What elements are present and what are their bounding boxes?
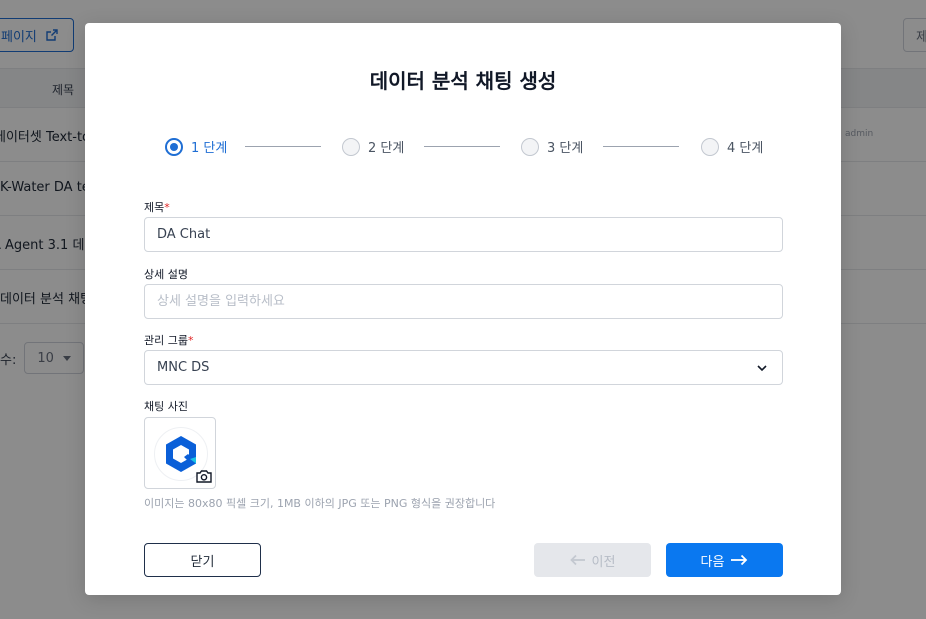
- step-connector: [603, 146, 679, 147]
- step-3: 3 단계: [521, 137, 583, 156]
- title-field[interactable]: [144, 217, 783, 252]
- description-input[interactable]: [157, 294, 770, 309]
- photo-hint: 이미지는 80x80 픽셀 크기, 1MB 이하의 JPG 또는 PNG 형식을…: [144, 497, 496, 510]
- step-label: 2 단계: [368, 141, 405, 156]
- step-inactive-icon: [342, 137, 360, 156]
- arrow-right-icon: [731, 554, 748, 566]
- title-label-text: 제목: [144, 201, 165, 214]
- photo-label-text: 채팅 사진: [144, 400, 188, 413]
- step-label: 4 단계: [727, 141, 764, 156]
- step-label: 1 단계: [191, 141, 228, 156]
- step-connector: [245, 146, 321, 147]
- required-mark: *: [164, 201, 170, 214]
- close-button[interactable]: 닫기: [144, 543, 261, 577]
- arrow-left-icon: [569, 554, 585, 566]
- step-active-icon: [165, 137, 183, 156]
- prev-button[interactable]: 이전: [534, 543, 651, 577]
- description-label-text: 상세 설명: [144, 268, 188, 281]
- app-logo-icon: [166, 436, 196, 472]
- step-connector: [424, 146, 500, 147]
- camera-icon[interactable]: [195, 468, 213, 484]
- group-label-text: 관리 그룹: [144, 334, 188, 347]
- close-button-label: 닫기: [190, 554, 215, 570]
- title-input[interactable]: [157, 227, 770, 242]
- description-label: 상세 설명: [144, 266, 188, 282]
- step-label: 3 단계: [547, 141, 584, 156]
- step-2: 2 단계: [342, 137, 404, 156]
- title-label: 제목*: [144, 199, 170, 215]
- modal-title: 데이터 분석 채팅 생성: [369, 69, 557, 93]
- group-select-value: MNC DS: [157, 360, 210, 375]
- step-inactive-icon: [701, 137, 719, 156]
- stepper: 1 단계 2 단계 3 단계 4 단계: [165, 137, 765, 157]
- group-label: 관리 그룹*: [144, 332, 193, 348]
- prev-button-label: 이전: [591, 554, 616, 570]
- step-inactive-icon: [521, 137, 539, 156]
- next-button-label: 다음: [700, 554, 725, 570]
- required-mark: *: [187, 334, 194, 347]
- create-chat-modal: 데이터 분석 채팅 생성 1 단계 2 단계 3 단계 4 단계 제목* 상세 …: [85, 23, 841, 595]
- chevron-down-icon: [757, 365, 767, 372]
- photo-label: 채팅 사진: [144, 398, 188, 414]
- chat-photo-upload[interactable]: [144, 417, 216, 489]
- next-button[interactable]: 다음: [666, 543, 783, 577]
- step-4: 4 단계: [701, 137, 763, 156]
- group-select[interactable]: MNC DS: [144, 350, 783, 385]
- step-1: 1 단계: [165, 137, 227, 156]
- description-field[interactable]: [144, 284, 783, 319]
